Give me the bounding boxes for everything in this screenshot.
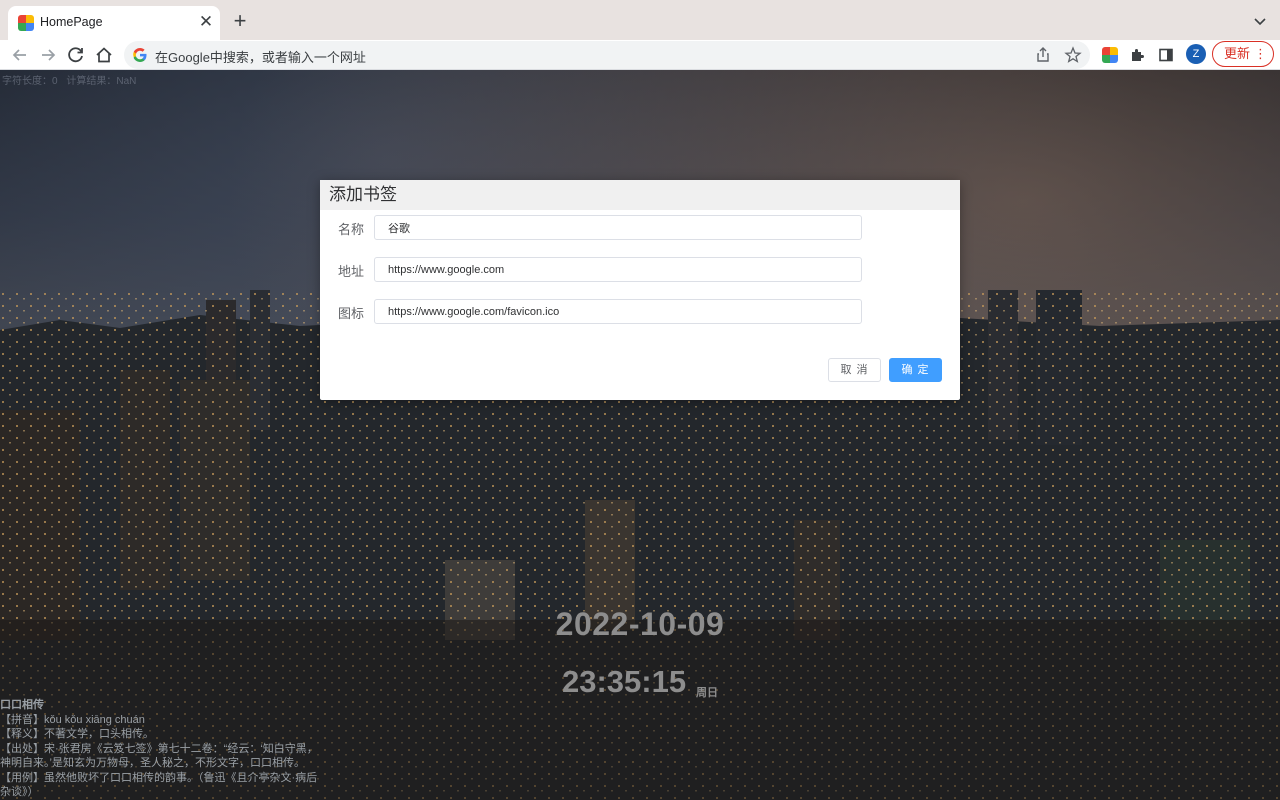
back-arrow-icon[interactable] xyxy=(8,43,32,67)
tab-strip: HomePage ✕ + xyxy=(0,0,1280,40)
home-icon[interactable] xyxy=(92,43,116,67)
more-menu-icon: ⋮ xyxy=(1254,46,1267,61)
google-g-icon xyxy=(133,48,147,62)
browser-tab[interactable]: HomePage ✕ xyxy=(8,6,220,40)
idiom-card: 口口相传 【拼音】kǒu kǒu xiāng chuán 【释义】不著文学，口头… xyxy=(0,698,318,800)
tab-close-icon[interactable]: ✕ xyxy=(196,12,216,32)
homepage-favicon-icon xyxy=(18,15,34,31)
icon-label: 图标 xyxy=(338,306,365,321)
address-bar[interactable]: 在Google中搜索，或者输入一个网址 xyxy=(124,41,1090,69)
idiom-meaning: 【释义】不著文学，口头相传。 xyxy=(0,728,154,740)
char-length-label: 字符长度：0 xyxy=(2,76,58,87)
icon-url-input[interactable] xyxy=(374,299,862,324)
icon-row: 图标 xyxy=(320,299,960,325)
idiom-pinyin: 【拼音】kǒu kǒu xiāng chuán xyxy=(0,713,145,726)
name-row: 名称 xyxy=(320,215,960,241)
tab-title: HomePage xyxy=(40,15,103,29)
add-bookmark-dialog: 添加书签 名称 地址 图标 取 消 确 定 xyxy=(320,180,960,400)
chevron-down-icon[interactable] xyxy=(1250,11,1270,31)
idiom-source: 【出处】宋·张君房《云笈七签》第七十二卷：“经云：‘知白守黑，神明自来。’是知玄… xyxy=(0,742,318,770)
update-button[interactable]: 更新 ⋮ xyxy=(1212,41,1274,67)
calc-result-label: 计算结果：NaN xyxy=(66,76,137,87)
extensions-puzzle-icon[interactable] xyxy=(1128,45,1148,65)
url-label: 地址 xyxy=(338,264,365,279)
forward-arrow-icon[interactable] xyxy=(36,43,60,67)
bookmark-star-icon[interactable] xyxy=(1064,46,1082,64)
calc-info: 字符长度：0 计算结果：NaN xyxy=(2,72,142,87)
share-icon[interactable] xyxy=(1034,46,1052,64)
url-input[interactable] xyxy=(374,257,862,282)
idiom-title: 口口相传 xyxy=(0,699,44,711)
browser-toolbar: 在Google中搜索，或者输入一个网址 Z 更新 ⋮ xyxy=(0,40,1280,70)
clock-display: 23:35:15 xyxy=(562,664,687,699)
name-label: 名称 xyxy=(338,222,365,237)
side-panel-icon[interactable] xyxy=(1156,45,1176,65)
address-placeholder: 在Google中搜索，或者输入一个网址 xyxy=(155,50,366,65)
name-input[interactable] xyxy=(374,215,862,240)
update-label: 更新 xyxy=(1224,46,1251,61)
new-tab-button[interactable]: + xyxy=(228,10,252,34)
idiom-example: 【用例】虽然他败坏了口口相传的韵事。（鲁迅《且介亭杂文·病后杂谈》） xyxy=(0,771,318,799)
homepage-extension-icon[interactable] xyxy=(1100,45,1120,65)
weekday-label: 周日 xyxy=(696,687,718,699)
cancel-button[interactable]: 取 消 xyxy=(828,358,881,382)
confirm-button[interactable]: 确 定 xyxy=(889,358,942,382)
url-row: 地址 xyxy=(320,257,960,283)
dialog-title: 添加书签 xyxy=(320,180,960,210)
reload-icon[interactable] xyxy=(64,43,88,67)
date-display: 2022-10-09 xyxy=(555,606,725,642)
profile-avatar[interactable]: Z xyxy=(1186,44,1206,64)
